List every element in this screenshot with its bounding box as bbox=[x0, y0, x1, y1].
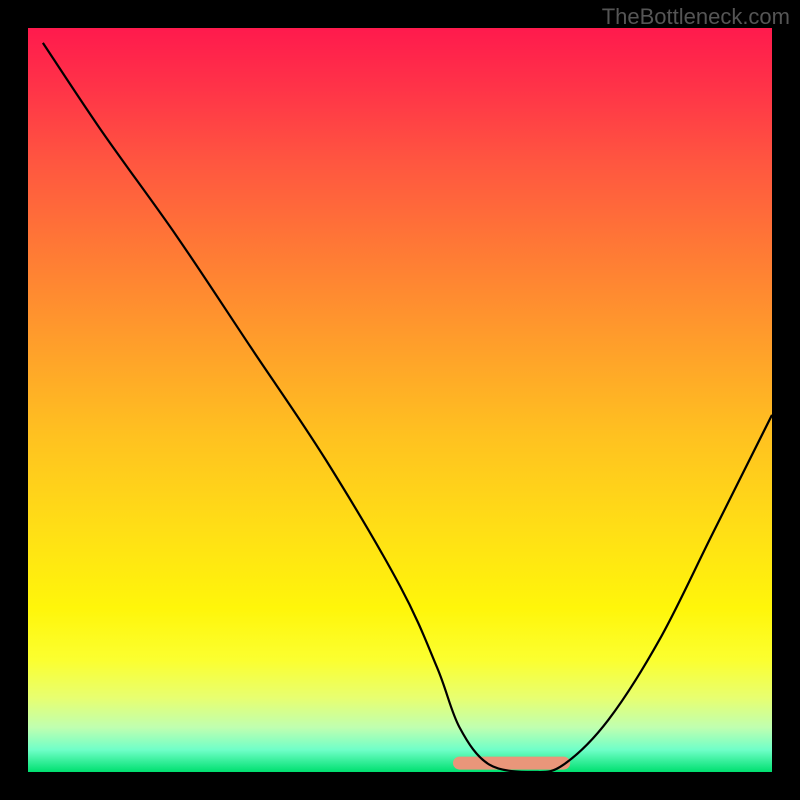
plot-area bbox=[28, 28, 772, 772]
chart-svg bbox=[28, 28, 772, 772]
chart-container: TheBottleneck.com bbox=[0, 0, 800, 800]
curve-line bbox=[43, 43, 772, 772]
watermark-text: TheBottleneck.com bbox=[602, 4, 790, 30]
